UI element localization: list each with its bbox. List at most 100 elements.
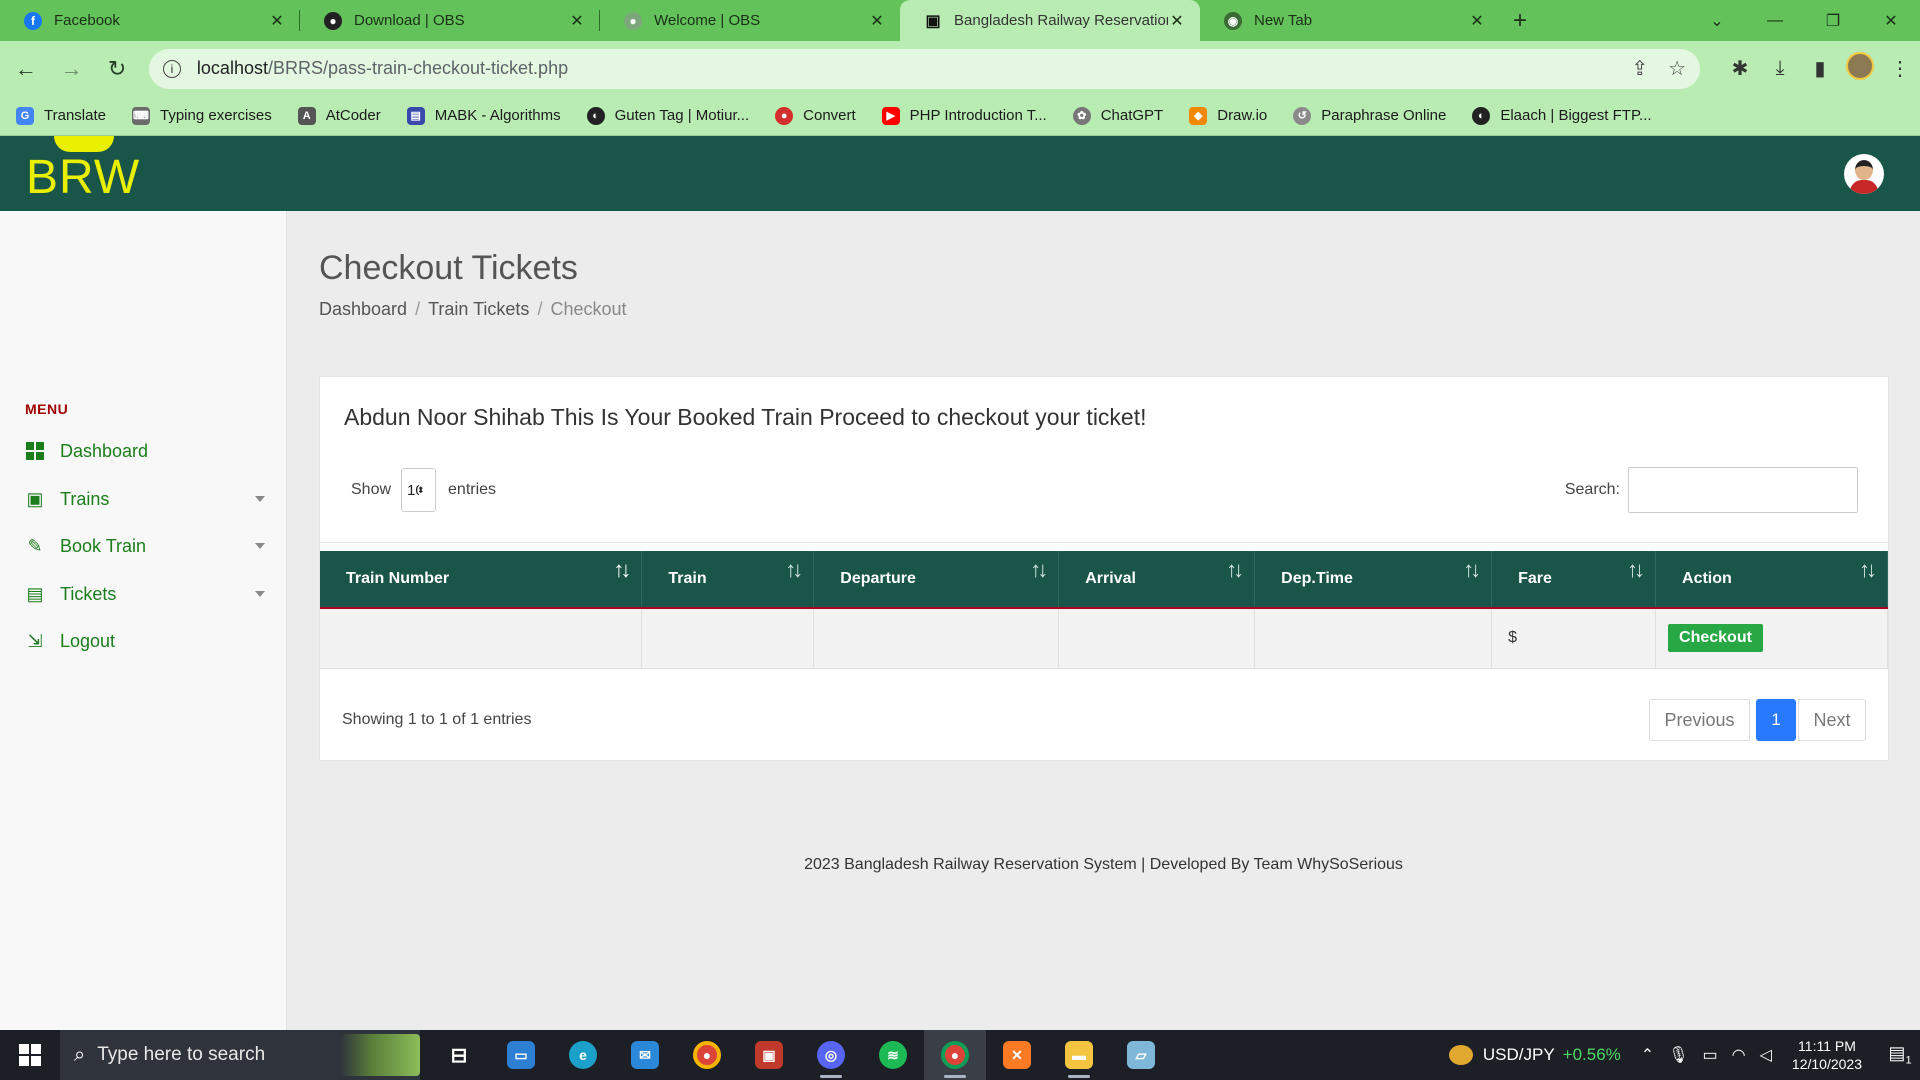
task-view-icon[interactable]: ⊟	[428, 1030, 490, 1080]
profile-avatar[interactable]	[1840, 51, 1880, 86]
wifi-icon[interactable]: ◠	[1732, 1045, 1746, 1065]
close-window-button[interactable]: ✕	[1862, 0, 1920, 41]
sidebar-item-label: Dashboard	[60, 440, 149, 461]
edge-icon[interactable]: e	[552, 1030, 614, 1080]
restore-button[interactable]: ❐	[1804, 0, 1862, 41]
tab-new-tab[interactable]: ◉ New Tab ✕	[1200, 0, 1500, 41]
chrome-active-icon[interactable]: ●	[924, 1030, 986, 1080]
address-bar[interactable]: i localhost /BRRS/pass-train-checkout-ti…	[148, 48, 1701, 89]
tab-facebook[interactable]: f Facebook ✕	[0, 0, 300, 41]
bookmark-guten-tag[interactable]: ◐ Guten Tag | Motiur...	[586, 106, 750, 125]
cell-train	[641, 608, 815, 669]
ticket-icon: ▤	[26, 583, 44, 604]
sidebar-item-book-train[interactable]: ✎ Book Train	[25, 531, 265, 561]
market-ticker[interactable]: USD/JPY +0.56%	[1448, 1045, 1621, 1065]
caret-down-icon	[255, 496, 265, 502]
checkout-button[interactable]: Checkout	[1668, 624, 1763, 653]
mail-icon[interactable]: ✉	[614, 1030, 676, 1080]
volume-icon[interactable]: ◁	[1760, 1045, 1772, 1065]
breadcrumb-train-tickets[interactable]: Train Tickets	[428, 299, 529, 320]
bookmark-php-intro[interactable]: ▶ PHP Introduction T...	[881, 106, 1047, 125]
close-icon[interactable]: ✕	[268, 11, 286, 31]
download-icon[interactable]: ⤓	[1760, 57, 1800, 80]
sidebar-item-dashboard[interactable]: Dashboard	[25, 436, 265, 466]
bookmark-paraphrase[interactable]: ↺ Paraphrase Online	[1293, 106, 1446, 125]
col-train[interactable]: Train ↑↓	[641, 551, 815, 609]
sidebar-item-logout[interactable]: ⇲ Logout	[25, 626, 265, 656]
search-placeholder: Type here to search	[97, 1044, 266, 1065]
bookmark-chatgpt[interactable]: ✿ ChatGPT	[1072, 106, 1164, 125]
entries-select[interactable]: 10 ⬍	[401, 468, 437, 512]
reload-button[interactable]: ↻	[97, 49, 137, 89]
chrome-icon[interactable]: ●	[676, 1030, 738, 1080]
info-icon[interactable]: i	[162, 59, 181, 78]
sidebar-item-tickets[interactable]: ▤ Tickets	[25, 579, 265, 609]
xampp-icon[interactable]: ✕	[986, 1030, 1048, 1080]
col-fare[interactable]: Fare ↑↓	[1491, 551, 1657, 609]
bookmark-mabk[interactable]: ▤ MABK - Algorithms	[406, 106, 561, 125]
kebab-menu-icon[interactable]: ⋮	[1880, 56, 1920, 81]
notepad-icon[interactable]: ▱	[1110, 1030, 1172, 1080]
chatgpt-icon: ✿	[1072, 106, 1091, 125]
new-tab-button[interactable]: +	[1500, 0, 1540, 41]
sort-icon: ↑↓	[1463, 557, 1481, 582]
user-avatar[interactable]	[1844, 154, 1884, 194]
bookmark-atcoder[interactable]: A AtCoder	[297, 106, 381, 125]
bookmark-label: ChatGPT	[1100, 107, 1164, 124]
bookmark-typing-exercises[interactable]: ⌨ Typing exercises	[131, 106, 272, 125]
previous-button[interactable]: Previous	[1649, 699, 1750, 741]
battery-icon[interactable]: ▭	[1703, 1045, 1718, 1065]
col-train-number[interactable]: Train Number ↑↓	[320, 551, 643, 609]
close-icon[interactable]: ✕	[868, 11, 886, 31]
microphone-icon[interactable]: 🎙	[1668, 1045, 1688, 1065]
next-button[interactable]: Next	[1798, 699, 1866, 741]
chevron-up-icon[interactable]: ⌃	[1641, 1045, 1654, 1065]
file-manager-icon[interactable]: ▭	[490, 1030, 552, 1080]
pagination: Previous 1 Next	[1649, 699, 1866, 741]
clock-time: 11:11 PM	[1798, 1038, 1856, 1054]
bookmark-translate[interactable]: G Translate	[16, 106, 106, 125]
taskbar-search[interactable]: ⌕ Type here to search	[60, 1030, 420, 1080]
forward-button[interactable]: →	[52, 49, 92, 89]
minimize-button[interactable]: —	[1746, 0, 1804, 41]
tab-title: Facebook	[54, 12, 120, 29]
bookmark-drawio[interactable]: ◆ Draw.io	[1189, 106, 1267, 125]
folder-icon[interactable]: ▬	[1048, 1030, 1110, 1080]
discord-icon[interactable]: ◎	[800, 1030, 862, 1080]
clock[interactable]: 11:11 PM 12/10/2023	[1792, 1037, 1862, 1073]
start-button[interactable]	[0, 1030, 60, 1080]
tab-bangladesh-railway[interactable]: ▣ Bangladesh Railway Reservation ✕	[900, 0, 1200, 41]
chevron-down-icon[interactable]: ⌄	[1688, 0, 1746, 41]
sidebar-item-trains[interactable]: ▣ Trains	[25, 484, 265, 514]
sidebar-item-label: Book Train	[60, 535, 147, 556]
search-input[interactable]	[1628, 467, 1858, 513]
col-dep-time[interactable]: Dep.Time ↑↓	[1254, 551, 1493, 609]
col-action[interactable]: Action ↑↓	[1655, 551, 1888, 609]
close-icon[interactable]: ✕	[1468, 11, 1486, 31]
bookmark-elaach[interactable]: ◐ Elaach | Biggest FTP...	[1472, 106, 1652, 125]
notification-icon[interactable]: ▤1	[1880, 1043, 1920, 1067]
system-tray: USD/JPY +0.56% ⌃ 🎙 ▭ ◠ ◁ 11:11 PM 12/10/…	[1448, 1030, 1920, 1080]
caret-down-icon	[255, 543, 265, 549]
extensions-icon[interactable]: ✱	[1720, 56, 1760, 81]
breadcrumb-dashboard[interactable]: Dashboard	[319, 299, 407, 320]
share-icon[interactable]: ⇪	[1631, 56, 1648, 81]
breadcrumb-checkout: Checkout	[550, 299, 627, 319]
breadcrumb: Dashboard / Train Tickets / Checkout	[319, 299, 627, 320]
brw-logo[interactable]: BRW	[24, 136, 154, 211]
close-icon[interactable]: ✕	[568, 11, 586, 31]
app-icon[interactable]: ▣	[738, 1030, 800, 1080]
back-button[interactable]: ←	[6, 49, 46, 89]
bookmark-label: PHP Introduction T...	[909, 107, 1047, 124]
tab-welcome-obs[interactable]: ● Welcome | OBS ✕	[600, 0, 900, 41]
side-panel-icon[interactable]: ▮	[1800, 56, 1840, 81]
tab-download-obs[interactable]: ● Download | OBS ✕	[300, 0, 600, 41]
col-departure[interactable]: Departure ↑↓	[813, 551, 1060, 609]
bookmark-convert[interactable]: ● Convert	[775, 106, 856, 125]
col-arrival[interactable]: Arrival ↑↓	[1058, 551, 1256, 609]
page-1-button[interactable]: 1	[1756, 699, 1796, 741]
close-icon[interactable]: ✕	[1168, 11, 1186, 31]
bookmark-label: Guten Tag | Motiur...	[614, 107, 750, 124]
spotify-icon[interactable]: ≋	[862, 1030, 924, 1080]
star-icon[interactable]: ☆	[1668, 56, 1686, 81]
